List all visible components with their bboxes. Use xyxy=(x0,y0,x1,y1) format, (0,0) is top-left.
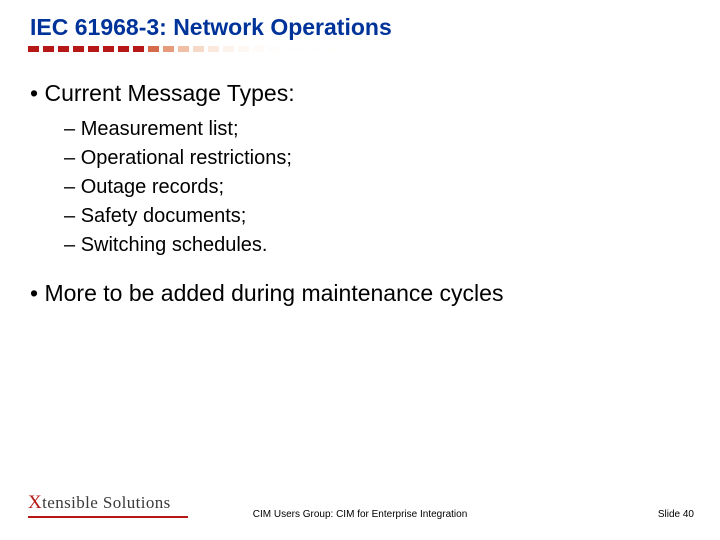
bullet-level1: Current Message Types: xyxy=(30,78,690,109)
slide-number: Slide 40 xyxy=(658,509,694,520)
slide-title: IEC 61968-3: Network Operations xyxy=(30,14,392,41)
sublist: Measurement list; Operational restrictio… xyxy=(64,115,690,260)
slide-body: Current Message Types: Measurement list;… xyxy=(30,78,690,315)
bullet-level2: Operational restrictions; xyxy=(64,144,690,173)
bullet-level1: More to be added during maintenance cycl… xyxy=(30,278,690,309)
bullet-level2: Measurement list; xyxy=(64,115,690,144)
bullet-level2: Switching schedules. xyxy=(64,231,690,260)
title-underline xyxy=(28,46,358,52)
bullet-level2: Outage records; xyxy=(64,173,690,202)
bullet-level2: Safety documents; xyxy=(64,202,690,231)
footer-center: CIM Users Group: CIM for Enterprise Inte… xyxy=(0,509,720,520)
